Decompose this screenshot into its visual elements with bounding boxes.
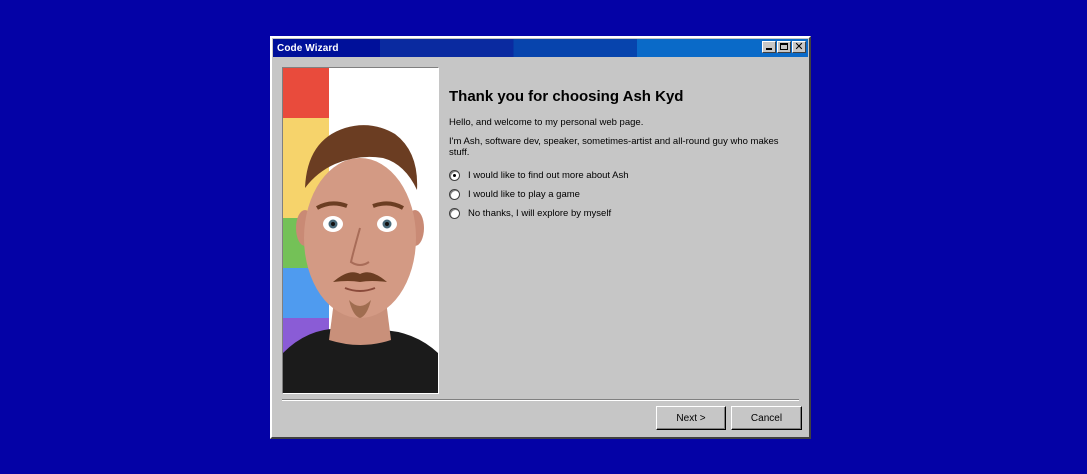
option-label: I would like to find out more about Ash <box>468 170 629 181</box>
next-button[interactable]: Next > <box>656 406 726 430</box>
wizard-side-photo <box>282 67 439 394</box>
person-photo-icon <box>283 68 438 393</box>
close-button[interactable]: ✕ <box>792 40 806 53</box>
option-label: No thanks, I will explore by myself <box>468 208 612 219</box>
option-label: I would like to play a game <box>468 189 580 200</box>
minimize-button[interactable] <box>762 41 776 53</box>
page-title: Thank you for choosing Ash Kyd <box>449 88 684 105</box>
wizard-content: Thank you for choosing Ash Kyd Hello, an… <box>449 88 794 223</box>
maximize-icon <box>780 43 788 50</box>
welcome-text: Hello, and welcome to my personal web pa… <box>449 117 644 128</box>
choice-radio-group: I would like to find out more about Ash … <box>449 166 794 223</box>
maximize-button[interactable] <box>777 41 791 53</box>
close-icon: ✕ <box>794 40 804 53</box>
wizard-window: Code Wizard ✕ Thank you for choosing Ash… <box>270 36 811 439</box>
radio-play-game[interactable] <box>449 189 460 200</box>
option-play-game[interactable]: I would like to play a game <box>449 185 794 204</box>
desktop: Code Wizard ✕ Thank you for choosing Ash… <box>0 0 1087 474</box>
intro-text: I'm Ash, software dev, speaker, sometime… <box>449 136 779 158</box>
radio-find-out-more[interactable] <box>449 170 460 181</box>
cancel-button[interactable]: Cancel <box>731 406 802 430</box>
footer-divider <box>282 399 799 401</box>
title-bar[interactable]: Code Wizard ✕ <box>273 39 808 57</box>
window-title: Code Wizard <box>277 42 339 54</box>
title-bar-controls: ✕ <box>762 40 806 53</box>
radio-explore-myself[interactable] <box>449 208 460 219</box>
option-find-out-more[interactable]: I would like to find out more about Ash <box>449 166 794 185</box>
option-explore-myself[interactable]: No thanks, I will explore by myself <box>449 204 794 223</box>
minimize-icon <box>766 48 772 50</box>
